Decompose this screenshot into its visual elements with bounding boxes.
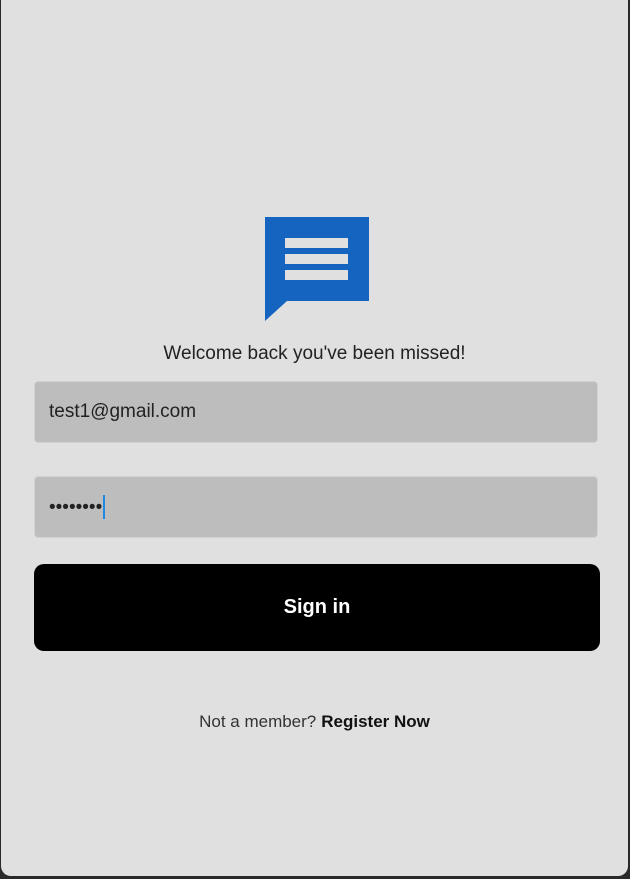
sign-in-label: Sign in (283, 596, 351, 618)
welcome-text: Welcome back you've been missed! (163, 343, 466, 364)
register-prompt: Not a member? (199, 712, 317, 731)
sign-in-button[interactable]: Sign in (34, 564, 600, 651)
text-cursor (103, 495, 106, 519)
password-field[interactable]: •••••••• (34, 476, 598, 538)
register-row: Not a member? Register Now (1, 712, 628, 732)
chat-message-icon (265, 217, 369, 321)
login-screen: Welcome back you've been missed! test1@g… (1, 0, 628, 876)
email-field[interactable]: test1@gmail.com (34, 381, 598, 443)
password-value: •••••••• (49, 496, 103, 518)
register-now-link[interactable]: Register Now (321, 712, 430, 731)
email-value: test1@gmail.com (49, 401, 197, 422)
